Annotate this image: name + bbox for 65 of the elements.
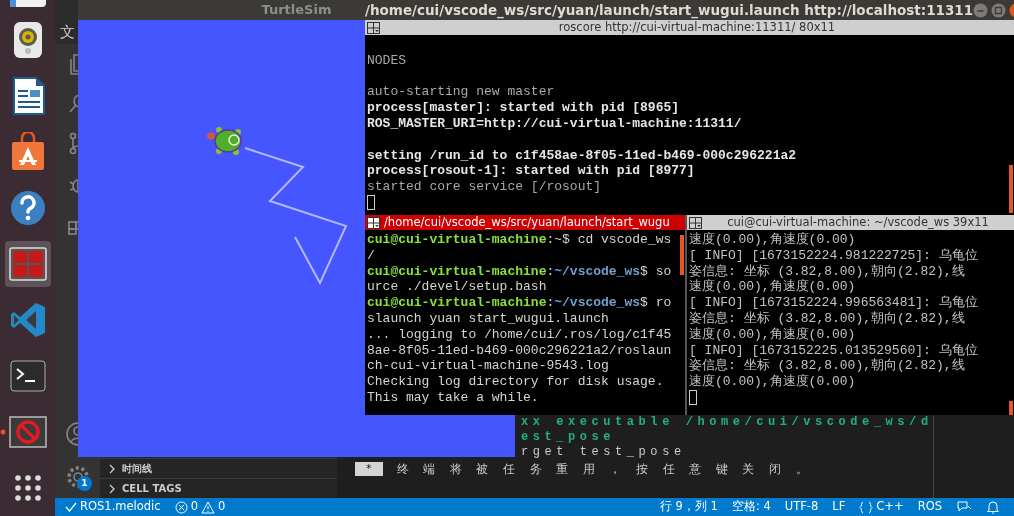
pane-header[interactable]: roscore http://cui-virtual-machine:11311/ 80x11 [365, 20, 1014, 35]
terminal-line: setting /run_id to c1f458ae-8f05-11ed-b469-000c296221a2 [367, 147, 798, 164]
terminal-line: est_pose [521, 430, 617, 445]
pane-header[interactable]: cui@cui-virtual-machine: ~/vscode_ws 39x11 [687, 215, 1014, 230]
scrollbar-thumb[interactable] [1009, 401, 1013, 415]
status-item[interactable]: LF [832, 498, 846, 516]
braces-icon [859, 500, 874, 514]
turtle-drawing [207, 127, 242, 155]
terminal-line: cui@cui-virtual-machine:~/vscode_ws$ so [367, 263, 673, 280]
terminal-line: 速度(0.00),角速度(0.00) [689, 232, 857, 248]
terminal-line: 姿信息: 坐标 (3.82,8.00),朝向(2.82),线 [689, 358, 966, 374]
terminal-line: process[rosout-1]: started with pid [8977] [367, 163, 696, 180]
terminal-line: 姿信息: 坐标 (3.82,8.00),朝向(2.82),线 [689, 311, 966, 327]
terminal-line: ch-cui-virtual-machine-9543.log [367, 358, 610, 375]
terminal-line: rget test_pose [521, 445, 687, 460]
status-item[interactable]: UTF-8 [784, 498, 819, 516]
terminal-line: urce ./devel/setup.bash [367, 279, 548, 296]
status-item[interactable]: ROS1.melodic [80, 498, 161, 516]
settings-icon[interactable] [64, 463, 91, 490]
terminal-line: auto-starting new master [367, 84, 556, 101]
warning-count[interactable]: 0 [217, 498, 226, 516]
account-icon[interactable] [65, 420, 78, 447]
language-mode[interactable]: C++ [876, 498, 904, 516]
terminal-line: ROS_MASTER_URI=http://cui-virtual-machine:11311/ [367, 116, 743, 132]
terminal-line: 姿信息: 坐标 (3.82,8.00),朝向(2.82),线 [689, 263, 966, 279]
bell-icon[interactable] [986, 500, 1000, 514]
terminal-line: slaunch yuan start_wugui.launch [367, 311, 610, 327]
status-item[interactable]: ROS [917, 498, 942, 516]
maximize-button[interactable] [991, 2, 1007, 18]
terminal-line: Checking log directory for disk usage. [367, 374, 665, 390]
pane-header[interactable]: /home/cui/vscode_ws/src/yuan/launch/start_wugu [365, 215, 685, 230]
notification-count: 1 [77, 476, 92, 491]
task-badge: * [355, 462, 383, 476]
terminal-line: cui@cui-virtual-machine:~/vscode_ws$ ro [367, 295, 673, 311]
terminal-line: [ INFO] [1673152224.981222725]: 乌龟位 [689, 247, 979, 264]
warning-icon[interactable] [200, 500, 215, 514]
terminal-line: started core service [/rosout] [367, 179, 603, 195]
terminal-line: NODES [367, 52, 407, 69]
menu-item[interactable]: 文 [60, 23, 75, 41]
terminal-line: 终 端 将 被 任 务 重 用 ， 按 任 意 键 关 闭 。 [396, 461, 814, 478]
grid-icon [367, 21, 380, 34]
sidebar-section[interactable]: 时间线 [100, 458, 337, 478]
terminal-line: This may take a while. [367, 389, 540, 406]
scrollbar-thumb[interactable] [680, 235, 684, 275]
status-item[interactable]: 行 9，列 1 [659, 498, 718, 516]
minimize-button[interactable] [973, 2, 989, 18]
error-count[interactable]: 0 [190, 498, 198, 516]
terminal-line: process[master]: started with pid [8965] [367, 100, 681, 116]
terminal-line: [ INFO] [1673152224.996563481]: 乌龟位 [689, 295, 979, 311]
check-icon [65, 501, 77, 513]
terminal-line: ... logging to /home/cui/.ros/log/c1f45 [367, 326, 673, 343]
terminal-line: 8ae-8f05-11ed-b469-000c296221a2/roslaun [367, 342, 673, 359]
status-item[interactable]: 空格: 4 [731, 498, 771, 516]
terminal-line: 速度(0.00),角速度(0.00) [689, 279, 857, 296]
terminal-line: 速度(0.00),角速度(0.00) [689, 326, 857, 343]
error-icon[interactable] [174, 500, 188, 514]
terminal-line: / [367, 247, 376, 264]
grid-icon [689, 216, 702, 229]
terminal-line: cui@cui-virtual-machine:~$ cd vscode_ws [367, 232, 673, 248]
grid-icon [367, 216, 380, 229]
terminal-line: xx executable /home/cui/vscode_ws/d [521, 415, 933, 430]
scrollbar-thumb[interactable] [1009, 165, 1013, 213]
terminal-line: 速度(0.00),角速度(0.00) [689, 374, 857, 390]
terminal-line: [ INFO] [1673152225.013529560]: 乌龟位 [689, 342, 979, 358]
feedback-icon[interactable] [956, 500, 972, 514]
